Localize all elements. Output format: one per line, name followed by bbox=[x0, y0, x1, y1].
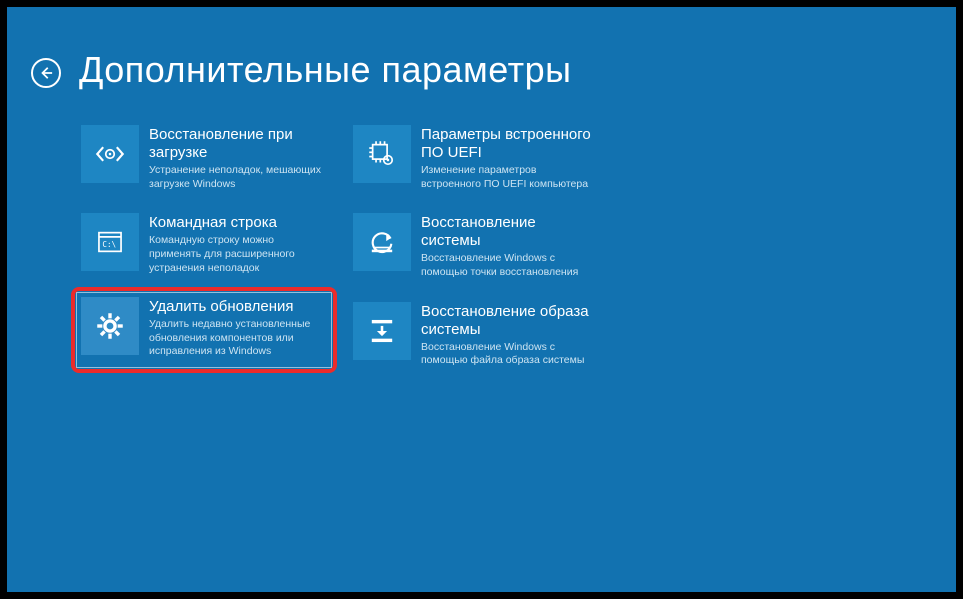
tile-desc: Изменение параметров встроенного ПО UEFI… bbox=[421, 164, 599, 191]
tile-uefi-settings[interactable]: Параметры встроенного ПО UEFI Изменение … bbox=[351, 123, 601, 193]
tile-desc: Устранение неполадок, мешающих загрузке … bbox=[149, 164, 327, 191]
cmd-icon: C:\ bbox=[81, 213, 139, 271]
back-arrow-icon bbox=[39, 66, 53, 80]
image-restore-icon bbox=[353, 302, 411, 360]
tile-text: Удалить обновления Удалить недавно устан… bbox=[149, 297, 327, 359]
tile-title: Восстановление образа системы bbox=[421, 303, 599, 339]
tile-title: Восстановление системы bbox=[421, 214, 599, 250]
tile-desc: Восстановление Windows с помощью файла о… bbox=[421, 341, 599, 368]
options-column-left: Восстановление при загрузке Устранение н… bbox=[79, 123, 329, 370]
tile-title: Параметры встроенного ПО UEFI bbox=[421, 126, 599, 162]
options-grid: Восстановление при загрузке Устранение н… bbox=[7, 91, 956, 370]
tile-desc: Командную строку можно применять для рас… bbox=[149, 234, 327, 275]
tile-startup-repair[interactable]: Восстановление при загрузке Устранение н… bbox=[79, 123, 329, 193]
tile-text: Восстановление при загрузке Устранение н… bbox=[149, 125, 327, 191]
tile-title: Восстановление при загрузке bbox=[149, 126, 327, 162]
tile-command-prompt[interactable]: C:\ Командная строка Командную строку мо… bbox=[79, 211, 329, 277]
tile-desc: Удалить недавно установленные обновления… bbox=[149, 318, 327, 359]
svg-text:C:\: C:\ bbox=[102, 240, 116, 249]
tile-desc: Восстановление Windows с помощью точки в… bbox=[421, 252, 599, 279]
code-repair-icon bbox=[81, 125, 139, 183]
tile-text: Восстановление системы Восстановление Wi… bbox=[421, 213, 599, 279]
gear-icon bbox=[81, 297, 139, 355]
back-button[interactable] bbox=[31, 58, 61, 88]
tile-title: Командная строка bbox=[149, 214, 327, 232]
options-column-right: Параметры встроенного ПО UEFI Изменение … bbox=[351, 123, 601, 370]
chip-gear-icon bbox=[353, 125, 411, 183]
header: Дополнительные параметры bbox=[7, 7, 956, 91]
tile-uninstall-updates[interactable]: Удалить обновления Удалить недавно устан… bbox=[71, 287, 337, 373]
restore-icon bbox=[353, 213, 411, 271]
tile-text: Параметры встроенного ПО UEFI Изменение … bbox=[421, 125, 599, 191]
tile-text: Восстановление образа системы Восстановл… bbox=[421, 302, 599, 368]
tile-text: Командная строка Командную строку можно … bbox=[149, 213, 327, 275]
winre-screen: Дополнительные параметры Восстановление … bbox=[5, 5, 958, 594]
page-title: Дополнительные параметры bbox=[79, 49, 572, 91]
tile-system-image-recovery[interactable]: Восстановление образа системы Восстановл… bbox=[351, 300, 601, 370]
tile-title: Удалить обновления bbox=[149, 298, 327, 316]
tile-system-restore[interactable]: Восстановление системы Восстановление Wi… bbox=[351, 211, 601, 281]
